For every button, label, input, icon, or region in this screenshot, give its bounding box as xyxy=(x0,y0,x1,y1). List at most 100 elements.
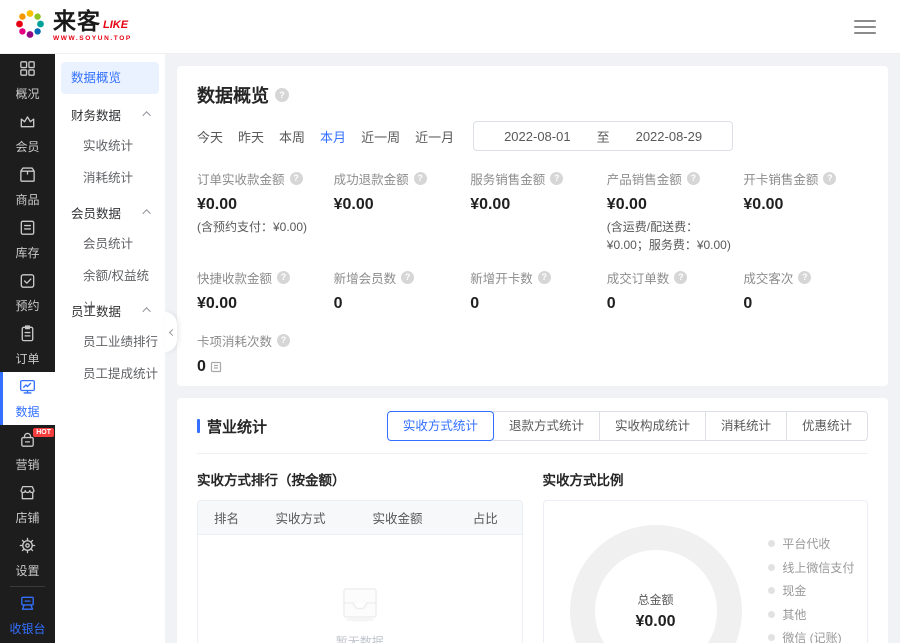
help-icon[interactable]: ? xyxy=(401,271,414,284)
tab-income-method[interactable]: 实收方式统计 xyxy=(387,411,494,441)
help-icon[interactable]: ? xyxy=(290,172,303,185)
sidebar-item-marketing[interactable]: HOT 营销 xyxy=(0,425,55,478)
help-icon[interactable]: ? xyxy=(277,271,290,284)
sidebar-divider xyxy=(10,586,45,587)
sidebar-item-shop[interactable]: 店铺 xyxy=(0,478,55,531)
stats-tab-group: 实收方式统计 退款方式统计 实收构成统计 消耗统计 优惠统计 xyxy=(388,411,868,441)
help-icon[interactable]: ? xyxy=(277,334,290,347)
submenu-group-finance[interactable]: 财务数据 xyxy=(61,98,159,130)
stat-label: 订单实收款金额 xyxy=(197,169,285,188)
sidebar-item-label: 店铺 xyxy=(15,509,39,526)
submenu-item-data-overview[interactable]: 数据概览 xyxy=(61,62,159,94)
sidebar-item-orders[interactable]: 订单 xyxy=(0,319,55,372)
tab-consume-stats[interactable]: 消耗统计 xyxy=(705,411,787,441)
stat-label: 卡项消耗次数 xyxy=(197,331,272,350)
sidebar-item-products[interactable]: 商品 xyxy=(0,160,55,213)
proportion-title: 实收方式比例 xyxy=(543,469,869,489)
help-icon[interactable]: ? xyxy=(687,172,700,185)
sidebar-item-members[interactable]: 会员 xyxy=(0,107,55,160)
sidebar-collapse-handle[interactable] xyxy=(165,312,177,352)
main-layout: 概况 会员 商品 库存 预约 xyxy=(0,54,900,643)
donut-center-label: 总金额 xyxy=(635,591,675,608)
help-icon[interactable]: ? xyxy=(550,172,563,185)
date-range-input[interactable]: 2022-08-01 至 2022-08-29 xyxy=(473,121,733,151)
help-icon[interactable]: ? xyxy=(538,271,551,284)
tab-discount-stats[interactable]: 优惠统计 xyxy=(786,411,868,441)
legend-dot xyxy=(768,634,775,641)
stat-quick-payment: 快捷收款金额? ¥0.00 xyxy=(197,268,322,313)
sidebar-item-label: 概况 xyxy=(15,85,39,102)
submenu-item-member-stats[interactable]: 会员统计 xyxy=(61,228,159,260)
date-separator: 至 xyxy=(597,127,610,146)
help-icon[interactable]: ? xyxy=(674,271,687,284)
sidebar-item-inventory[interactable]: 库存 xyxy=(0,213,55,266)
stat-product-sales: 产品销售金额? ¥0.00 (含运费/配送费：¥0.00；服务费：¥0.00) xyxy=(607,169,732,254)
sidebar-item-label: 商品 xyxy=(15,191,39,208)
filter-this-month[interactable]: 本月 xyxy=(320,127,346,146)
legend-item[interactable]: 微信 (记账) xyxy=(768,629,855,643)
tab-refund-method[interactable]: 退款方式统计 xyxy=(493,411,600,441)
filter-today[interactable]: 今天 xyxy=(197,127,223,146)
section-title: 营业统计 xyxy=(207,416,267,437)
records-icon[interactable] xyxy=(210,361,222,373)
sidebar-item-appointments[interactable]: 预约 xyxy=(0,266,55,319)
legend-item[interactable]: 现金 xyxy=(768,582,855,599)
stat-value: ¥0.00 xyxy=(470,196,595,214)
chevron-up-icon xyxy=(142,209,150,217)
submenu-item-income-stats[interactable]: 实收统计 xyxy=(61,130,159,162)
stat-label: 新增会员数 xyxy=(334,268,397,287)
hot-badge: HOT xyxy=(33,428,54,437)
data-overview-card: 数据概览 ? 今天 昨天 本周 本月 近一周 近一月 2022-08-01 至 … xyxy=(177,66,888,386)
col-amount: 实收金额 xyxy=(357,508,457,527)
filter-last-month[interactable]: 近一月 xyxy=(415,127,454,146)
chevron-up-icon xyxy=(142,307,150,315)
income-ranking-panel: 实收方式排行（按金额） 排名 实收方式 实收金额 占比 xyxy=(197,469,523,643)
brand-logo[interactable]: 来客 LIKE WWW.SOYUN.TOP xyxy=(12,6,132,47)
stat-refund: 成功退款金额? ¥0.00 xyxy=(334,169,459,254)
sidebar-item-label: 订单 xyxy=(15,350,39,367)
stat-service-sales: 服务销售金额? ¥0.00 xyxy=(470,169,595,254)
stat-label: 新增开卡数 xyxy=(470,268,533,287)
help-icon[interactable]: ? xyxy=(798,271,811,284)
ranking-table: 排名 实收方式 实收金额 占比 暂无数据 xyxy=(197,500,523,643)
submenu-item-consume-stats[interactable]: 消耗统计 xyxy=(61,162,159,194)
date-start: 2022-08-01 xyxy=(504,129,571,144)
tab-income-composition[interactable]: 实收构成统计 xyxy=(599,411,706,441)
stat-note: (含预约支付：¥0.00) xyxy=(197,218,322,236)
stat-card-sales: 开卡销售金额? ¥0.00 xyxy=(743,169,868,254)
col-method: 实收方式 xyxy=(259,508,356,527)
submenu-group-member[interactable]: 会员数据 xyxy=(61,196,159,228)
menu-icon[interactable] xyxy=(854,16,876,38)
filter-this-week[interactable]: 本周 xyxy=(279,127,305,146)
stat-value: 0 xyxy=(334,295,459,313)
clipboard-icon xyxy=(18,324,37,346)
legend-item[interactable]: 平台代收 xyxy=(768,535,855,552)
stat-order-income: 订单实收款金额? ¥0.00 (含预约支付：¥0.00) xyxy=(197,169,322,254)
legend-item[interactable]: 线上微信支付 xyxy=(768,559,855,576)
gear-icon xyxy=(18,536,37,558)
stat-label: 成交客次 xyxy=(743,268,793,287)
stat-value: ¥0.00 xyxy=(334,196,459,214)
stat-value: 0 xyxy=(197,358,206,376)
help-icon[interactable]: ? xyxy=(414,172,427,185)
submenu-item-balance-stats[interactable]: 余额/权益统计 xyxy=(61,260,159,292)
calendar-check-icon xyxy=(18,271,37,293)
submenu-group-staff[interactable]: 员工数据 xyxy=(61,294,159,326)
sidebar-item-data[interactable]: 数据 xyxy=(0,372,55,425)
filter-yesterday[interactable]: 昨天 xyxy=(238,127,264,146)
submenu-item-staff-commission[interactable]: 员工提成统计 xyxy=(61,358,159,390)
col-rank: 排名 xyxy=(198,508,259,527)
filter-last-week[interactable]: 近一周 xyxy=(361,127,400,146)
date-end: 2022-08-29 xyxy=(636,129,703,144)
sidebar-item-overview[interactable]: 概况 xyxy=(0,54,55,107)
legend-item[interactable]: 其他 xyxy=(768,606,855,623)
submenu-item-staff-ranking[interactable]: 员工业绩排行 xyxy=(61,326,159,358)
help-icon[interactable]: ? xyxy=(823,172,836,185)
help-icon[interactable]: ? xyxy=(275,88,289,102)
legend-label: 线上微信支付 xyxy=(782,559,854,576)
sidebar-item-label: 会员 xyxy=(15,138,39,155)
sidebar-item-settings[interactable]: 设置 xyxy=(0,531,55,584)
sidebar-item-checkout[interactable]: 收银台 xyxy=(0,589,55,642)
stats-row-2: 快捷收款金额? ¥0.00 新增会员数? 0 新增开卡数? 0 成交订单数? 0… xyxy=(197,268,868,313)
storage-icon xyxy=(18,218,37,240)
